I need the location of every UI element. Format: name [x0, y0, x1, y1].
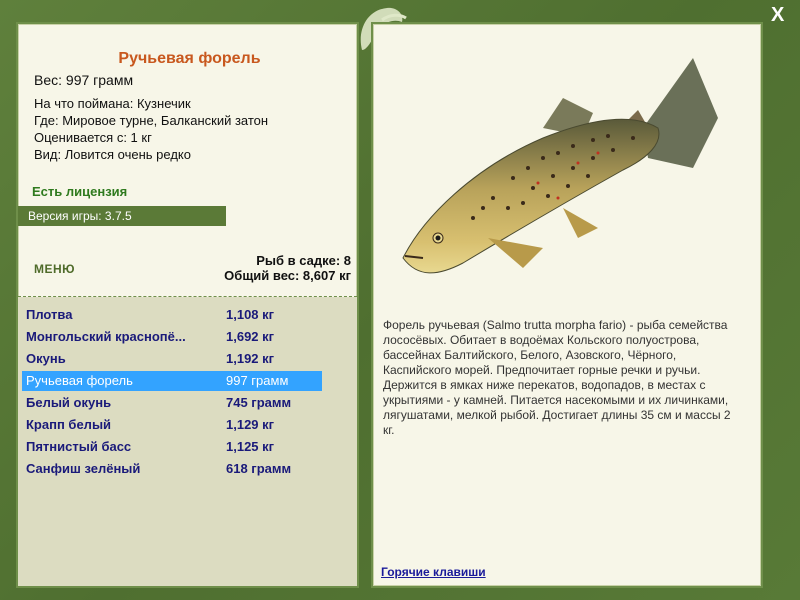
list-item[interactable]: Монгольский краснопё... 1,692 кг [22, 327, 322, 347]
list-item[interactable]: Окунь 1,192 кг [22, 349, 322, 369]
fish-description: Форель ручьевая (Salmo trutta morpha far… [383, 318, 731, 437]
hotkeys-link[interactable]: Горячие клавиши [381, 565, 486, 579]
cage-total-weight: Общий вес: 8,607 кг [224, 268, 351, 283]
list-item[interactable]: Санфиш зелёный 618 грамм [22, 459, 322, 479]
fish-weight: Вес: 997 грамм [34, 72, 134, 88]
game-version: Версия игры: 3.7.5 [18, 206, 226, 226]
trout-image [402, 58, 718, 274]
fish-detail-panel: Форель ручьевая (Salmo trutta morpha far… [371, 22, 763, 588]
menu-button[interactable]: МЕНЮ [34, 262, 75, 276]
close-button[interactable]: X [771, 4, 784, 27]
list-item-selected[interactable]: Ручьевая форель 997 грамм [22, 371, 322, 391]
fish-rarity: Вид: Ловится очень редко [34, 147, 191, 162]
catch-list: Плотва 1,108 кг Монгольский краснопё... 1,… [18, 297, 357, 586]
license-status: Есть лицензия [32, 184, 128, 199]
list-item[interactable]: Белый окунь 745 грамм [22, 393, 322, 413]
fish-location: Где: Мировое турне, Балканский затон [34, 113, 269, 128]
fish-info-panel: Ручьевая форель Вес: 997 грамм На что по… [16, 22, 359, 588]
cage-count: Рыб в садке: 8 [256, 253, 351, 268]
fish-title: Ручьевая форель [118, 50, 261, 67]
list-item[interactable]: Пятнистый басс 1,125 кг [22, 437, 322, 457]
list-item[interactable]: Крапп белый 1,129 кг [22, 415, 322, 435]
list-item[interactable]: Плотва 1,108 кг [22, 305, 322, 325]
fish-value: Оценивается с: 1 кг [34, 130, 152, 145]
fish-bait: На что поймана: Кузнечик [34, 96, 191, 111]
